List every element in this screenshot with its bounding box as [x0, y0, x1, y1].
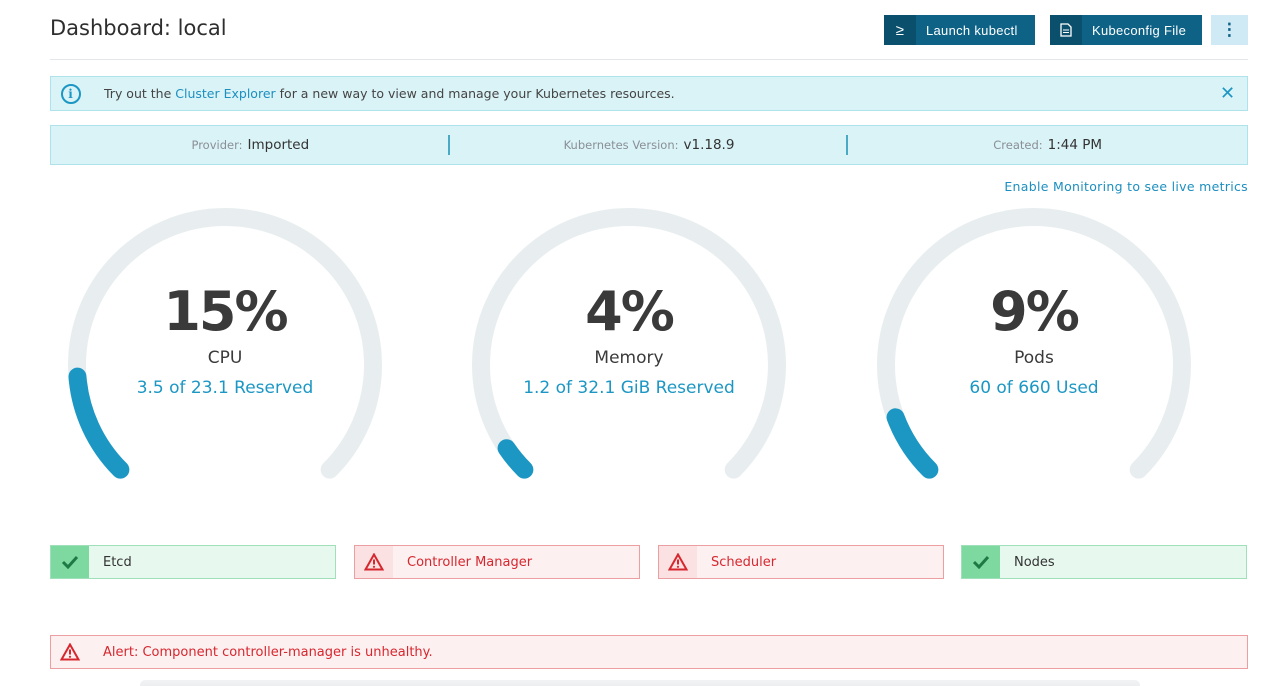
banner-text: Try out the Cluster Explorer for a new w… [104, 86, 675, 101]
scheduler-status: Scheduler [658, 545, 944, 579]
warning-icon [659, 546, 697, 578]
warning-icon [51, 636, 89, 668]
memory-gauge: 4% Memory 1.2 of 32.1 GiB Reserved [464, 200, 794, 490]
cluster-explorer-link[interactable]: Cluster Explorer [175, 86, 275, 101]
memory-label: Memory [594, 348, 664, 368]
launch-kubectl-label: Launch kubectl [926, 22, 1018, 38]
pods-gauge-arc [877, 208, 1191, 479]
banner-text-before: Try out the [104, 86, 172, 101]
created-key: Created: [993, 138, 1043, 152]
cluster-info-bar: Provider: Imported Kubernetes Version: v… [50, 125, 1248, 165]
gauge-fill [497, 439, 534, 479]
gauge-fill [886, 408, 939, 479]
file-icon [1050, 15, 1082, 45]
memory-detail: 1.2 of 32.1 GiB Reserved [523, 378, 735, 398]
content-divider [140, 680, 1140, 686]
version-key: Kubernetes Version: [563, 138, 679, 152]
pods-detail: 60 of 660 Used [969, 378, 1099, 398]
cpu-label: CPU [207, 348, 243, 368]
cpu-percent: 15% [163, 280, 288, 343]
unhealthy-alert: Alert: Component controller-manager is u… [50, 635, 1248, 669]
cpu-gauge: 15% CPU 3.5 of 23.1 Reserved [60, 200, 390, 490]
pods-label: Pods [1014, 348, 1054, 368]
etcd-status: Etcd [50, 545, 336, 579]
memory-percent: 4% [585, 280, 675, 343]
created-info: Created: 1:44 PM [848, 126, 1247, 164]
info-icon: i [51, 77, 90, 110]
cpu-gauge-arc [68, 208, 382, 479]
cluster-explorer-banner: i Try out the Cluster Explorer for a new… [50, 76, 1248, 111]
controller-manager-label: Controller Manager [407, 554, 533, 570]
vertical-dots-icon: ⋮ [1220, 20, 1239, 39]
kubernetes-version-info: Kubernetes Version: v1.18.9 [450, 126, 849, 164]
scheduler-label: Scheduler [711, 554, 777, 570]
launch-kubectl-button[interactable]: ≥ Launch kubectl [884, 15, 1035, 45]
created-value: 1:44 PM [1047, 137, 1103, 153]
check-icon [962, 546, 1000, 578]
pods-percent: 9% [990, 280, 1080, 343]
alert-text: Alert: Component controller-manager is u… [103, 644, 433, 660]
version-value: v1.18.9 [683, 137, 735, 153]
kubeconfig-file-label: Kubeconfig File [1092, 22, 1187, 38]
provider-key: Provider: [191, 138, 243, 152]
etcd-label: Etcd [103, 554, 132, 570]
terminal-icon: ≥ [884, 15, 916, 45]
close-icon[interactable]: ✕ [1208, 77, 1247, 110]
gauge-track [472, 208, 786, 479]
check-icon [51, 546, 89, 578]
page-header: Dashboard: local ≥ Launch kubectl Kubeco… [50, 0, 1248, 60]
nodes-label: Nodes [1014, 554, 1055, 570]
gauge-track [68, 208, 382, 479]
memory-gauge-arc [472, 208, 786, 479]
more-actions-button[interactable]: ⋮ [1211, 15, 1248, 45]
provider-info: Provider: Imported [51, 126, 450, 164]
provider-value: Imported [247, 137, 310, 153]
controller-manager-status: Controller Manager [354, 545, 640, 579]
kubeconfig-file-button[interactable]: Kubeconfig File [1050, 15, 1202, 45]
enable-monitoring-link[interactable]: Enable Monitoring to see live metrics [1004, 179, 1248, 194]
nodes-status: Nodes [961, 545, 1247, 579]
pods-gauge: 9% Pods 60 of 660 Used [869, 200, 1199, 490]
page-title: Dashboard: local [50, 16, 227, 40]
gauge-track [877, 208, 1191, 479]
warning-icon [355, 546, 393, 578]
banner-text-after: for a new way to view and manage your Ku… [279, 86, 675, 101]
cpu-detail: 3.5 of 23.1 Reserved [136, 378, 314, 398]
